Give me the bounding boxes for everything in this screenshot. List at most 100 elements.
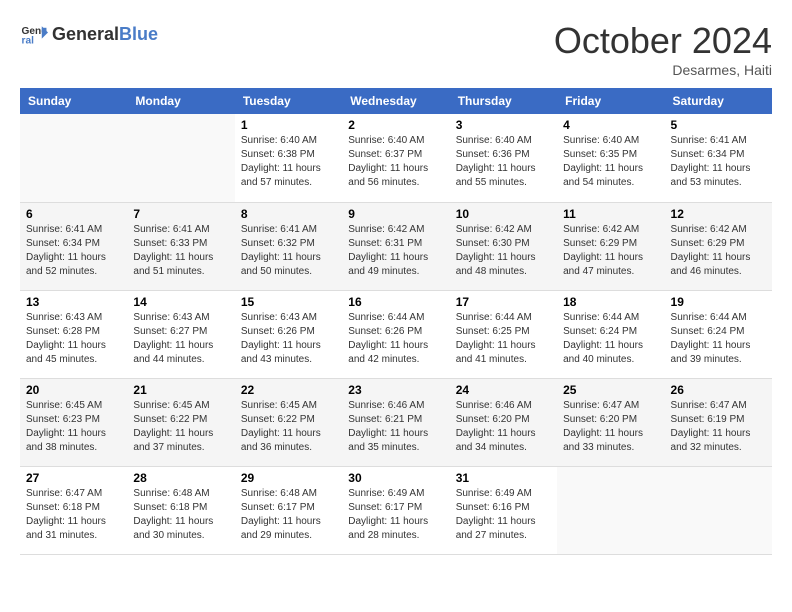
calendar-cell: 12Sunrise: 6:42 AMSunset: 6:29 PMDayligh… xyxy=(665,202,772,290)
day-number: 21 xyxy=(133,383,228,397)
day-info: Sunrise: 6:47 AMSunset: 6:18 PMDaylight:… xyxy=(26,487,121,543)
day-number: 1 xyxy=(241,118,336,132)
day-info: Sunrise: 6:40 AMSunset: 6:37 PMDaylight:… xyxy=(348,134,443,190)
day-info: Sunrise: 6:46 AMSunset: 6:20 PMDaylight:… xyxy=(456,399,551,455)
calendar-cell: 16 Sunrise: 6:44 AMSunset: 6:26 PMDayligh… xyxy=(342,290,449,378)
calendar-cell: 30 Sunrise: 6:49 AMSunset: 6:17 PMDayligh… xyxy=(342,466,449,554)
logo-general: General xyxy=(52,24,119,45)
day-number: 30 xyxy=(348,471,443,485)
day-number: 22 xyxy=(241,383,336,397)
day-number: 16 xyxy=(348,295,443,309)
day-number: 26 xyxy=(671,383,766,397)
day-info: Sunrise: 6:41 AMSunset: 6:34 PMDaylight:… xyxy=(26,223,121,279)
day-info: Sunrise: 6:48 AMSunset: 6:17 PMDaylight:… xyxy=(241,487,336,543)
day-info: Sunrise: 6:42 AMSunset: 6:30 PMDaylight:… xyxy=(456,223,551,279)
calendar-cell: 9 Sunrise: 6:42 AMSunset: 6:31 PMDaylight… xyxy=(342,202,449,290)
day-number: 31 xyxy=(456,471,551,485)
svg-text:ral: ral xyxy=(22,35,35,46)
calendar-cell: 5 Sunrise: 6:41 AMSunset: 6:34 PMDaylight… xyxy=(665,114,772,202)
day-number: 5 xyxy=(671,118,766,132)
day-info: Sunrise: 6:44 AMSunset: 6:25 PMDaylight:… xyxy=(456,311,551,367)
header-monday: Monday xyxy=(127,88,234,114)
calendar-cell: 3Sunrise: 6:40 AMSunset: 6:36 PMDaylight… xyxy=(450,114,557,202)
calendar-cell xyxy=(557,466,664,554)
calendar-cell: 10 Sunrise: 6:42 AMSunset: 6:30 PMDayligh… xyxy=(450,202,557,290)
calendar-cell: 19 Sunrise: 6:44 AMSunset: 6:24 PMDayligh… xyxy=(665,290,772,378)
calendar-week-2: 6 Sunrise: 6:41 AMSunset: 6:34 PMDaylight… xyxy=(20,202,772,290)
day-info: Sunrise: 6:44 AMSunset: 6:26 PMDaylight:… xyxy=(348,311,443,367)
day-info: Sunrise: 6:44 AMSunset: 6:24 PMDaylight:… xyxy=(563,311,658,367)
day-number: 8 xyxy=(241,207,336,221)
calendar-cell: 11Sunrise: 6:42 AMSunset: 6:29 PMDayligh… xyxy=(557,202,664,290)
calendar-cell: 27 Sunrise: 6:47 AMSunset: 6:18 PMDayligh… xyxy=(20,466,127,554)
day-number: 27 xyxy=(26,471,121,485)
day-info: Sunrise: 6:44 AMSunset: 6:24 PMDaylight:… xyxy=(671,311,766,367)
day-number: 28 xyxy=(133,471,228,485)
calendar-cell: 26 Sunrise: 6:47 AMSunset: 6:19 PMDayligh… xyxy=(665,378,772,466)
calendar-week-4: 20Sunrise: 6:45 AMSunset: 6:23 PMDayligh… xyxy=(20,378,772,466)
day-info: Sunrise: 6:41 AMSunset: 6:33 PMDaylight:… xyxy=(133,223,228,279)
calendar-cell: 20Sunrise: 6:45 AMSunset: 6:23 PMDayligh… xyxy=(20,378,127,466)
day-info: Sunrise: 6:40 AMSunset: 6:38 PMDaylight:… xyxy=(241,134,336,190)
day-number: 19 xyxy=(671,295,766,309)
calendar-header-row: SundayMondayTuesdayWednesdayThursdayFrid… xyxy=(20,88,772,114)
day-number: 3 xyxy=(456,118,551,132)
day-info: Sunrise: 6:47 AMSunset: 6:19 PMDaylight:… xyxy=(671,399,766,455)
day-info: Sunrise: 6:42 AMSunset: 6:31 PMDaylight:… xyxy=(348,223,443,279)
calendar-cell: 21Sunrise: 6:45 AMSunset: 6:22 PMDayligh… xyxy=(127,378,234,466)
calendar-week-3: 13Sunrise: 6:43 AMSunset: 6:28 PMDayligh… xyxy=(20,290,772,378)
day-number: 25 xyxy=(563,383,658,397)
day-number: 9 xyxy=(348,207,443,221)
title-area: October 2024 Desarmes, Haiti xyxy=(554,20,772,78)
header-tuesday: Tuesday xyxy=(235,88,342,114)
calendar-cell: 15Sunrise: 6:43 AMSunset: 6:26 PMDayligh… xyxy=(235,290,342,378)
day-number: 10 xyxy=(456,207,551,221)
calendar-cell: 24Sunrise: 6:46 AMSunset: 6:20 PMDayligh… xyxy=(450,378,557,466)
calendar-cell: 29Sunrise: 6:48 AMSunset: 6:17 PMDayligh… xyxy=(235,466,342,554)
logo-blue: Blue xyxy=(119,24,158,45)
calendar-cell: 22 Sunrise: 6:45 AMSunset: 6:22 PMDayligh… xyxy=(235,378,342,466)
day-info: Sunrise: 6:46 AMSunset: 6:21 PMDaylight:… xyxy=(348,399,443,455)
calendar-cell: 13Sunrise: 6:43 AMSunset: 6:28 PMDayligh… xyxy=(20,290,127,378)
calendar-cell: 8Sunrise: 6:41 AMSunset: 6:32 PMDaylight… xyxy=(235,202,342,290)
calendar-cell: 18 Sunrise: 6:44 AMSunset: 6:24 PMDayligh… xyxy=(557,290,664,378)
header-thursday: Thursday xyxy=(450,88,557,114)
day-number: 15 xyxy=(241,295,336,309)
day-info: Sunrise: 6:49 AMSunset: 6:17 PMDaylight:… xyxy=(348,487,443,543)
day-number: 2 xyxy=(348,118,443,132)
day-info: Sunrise: 6:48 AMSunset: 6:18 PMDaylight:… xyxy=(133,487,228,543)
calendar-cell xyxy=(665,466,772,554)
month-title: October 2024 xyxy=(554,20,772,62)
calendar-cell xyxy=(20,114,127,202)
calendar-cell: 14Sunrise: 6:43 AMSunset: 6:27 PMDayligh… xyxy=(127,290,234,378)
calendar-cell: 28 Sunrise: 6:48 AMSunset: 6:18 PMDayligh… xyxy=(127,466,234,554)
calendar-cell: 4 Sunrise: 6:40 AMSunset: 6:35 PMDaylight… xyxy=(557,114,664,202)
header-saturday: Saturday xyxy=(665,88,772,114)
calendar-table: SundayMondayTuesdayWednesdayThursdayFrid… xyxy=(20,88,772,555)
day-number: 14 xyxy=(133,295,228,309)
calendar-cell: 2 Sunrise: 6:40 AMSunset: 6:37 PMDaylight… xyxy=(342,114,449,202)
day-info: Sunrise: 6:43 AMSunset: 6:28 PMDaylight:… xyxy=(26,311,121,367)
calendar-cell: 7Sunrise: 6:41 AMSunset: 6:33 PMDaylight… xyxy=(127,202,234,290)
day-info: Sunrise: 6:41 AMSunset: 6:34 PMDaylight:… xyxy=(671,134,766,190)
calendar-cell: 6 Sunrise: 6:41 AMSunset: 6:34 PMDaylight… xyxy=(20,202,127,290)
page-header: Gene ral GeneralBlue October 2024 Desarm… xyxy=(20,20,772,78)
header-friday: Friday xyxy=(557,88,664,114)
calendar-cell: 25Sunrise: 6:47 AMSunset: 6:20 PMDayligh… xyxy=(557,378,664,466)
header-wednesday: Wednesday xyxy=(342,88,449,114)
day-number: 20 xyxy=(26,383,121,397)
logo-icon: Gene ral xyxy=(20,20,48,48)
day-info: Sunrise: 6:45 AMSunset: 6:22 PMDaylight:… xyxy=(241,399,336,455)
day-number: 17 xyxy=(456,295,551,309)
calendar-cell: 31Sunrise: 6:49 AMSunset: 6:16 PMDayligh… xyxy=(450,466,557,554)
day-number: 18 xyxy=(563,295,658,309)
calendar-cell: 23Sunrise: 6:46 AMSunset: 6:21 PMDayligh… xyxy=(342,378,449,466)
day-number: 6 xyxy=(26,207,121,221)
day-number: 11 xyxy=(563,207,658,221)
calendar-cell: 1 Sunrise: 6:40 AMSunset: 6:38 PMDaylight… xyxy=(235,114,342,202)
day-info: Sunrise: 6:40 AMSunset: 6:35 PMDaylight:… xyxy=(563,134,658,190)
day-number: 4 xyxy=(563,118,658,132)
location: Desarmes, Haiti xyxy=(554,62,772,78)
day-number: 12 xyxy=(671,207,766,221)
calendar-week-1: 1 Sunrise: 6:40 AMSunset: 6:38 PMDaylight… xyxy=(20,114,772,202)
